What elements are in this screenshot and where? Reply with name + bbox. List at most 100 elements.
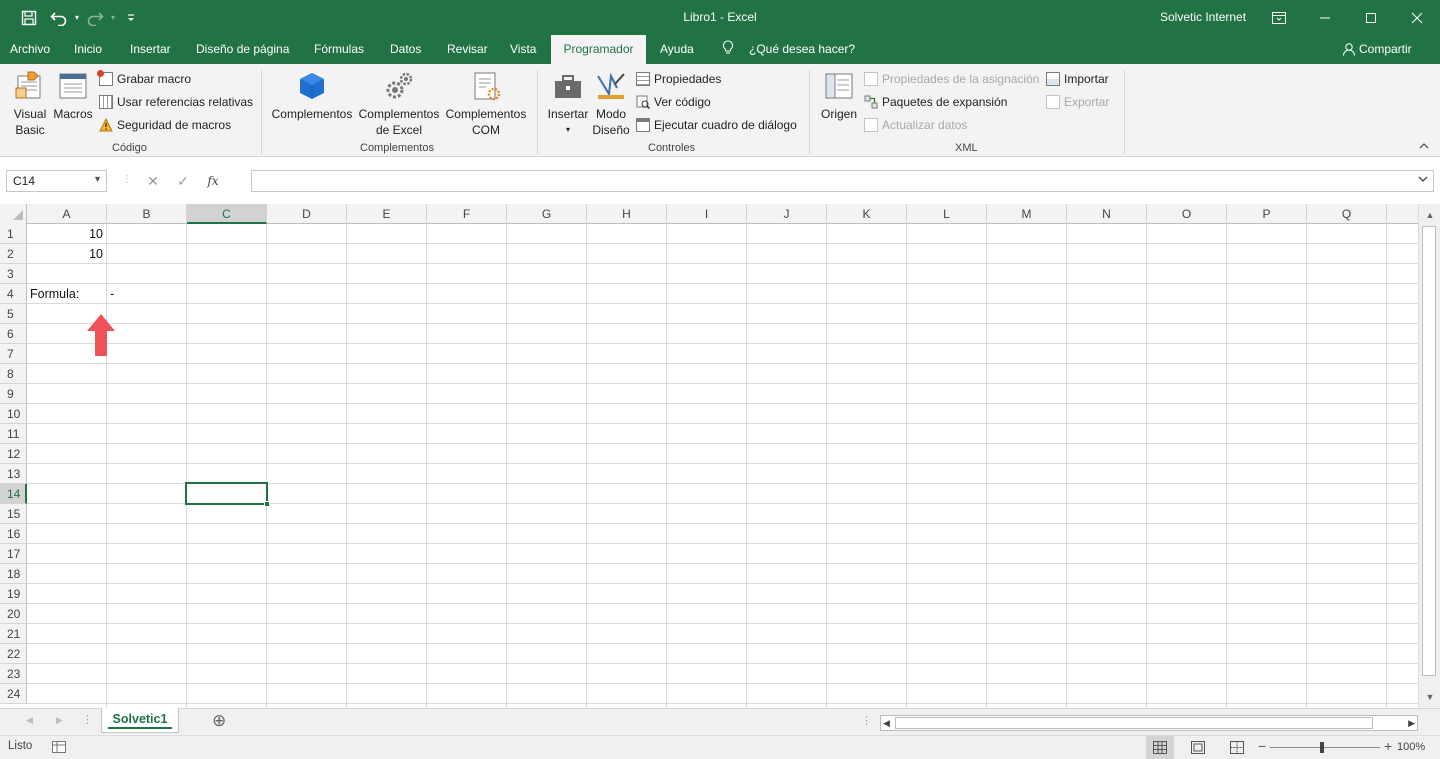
zoom-slider-knob[interactable] bbox=[1320, 742, 1324, 753]
page-break-view-icon[interactable] bbox=[1230, 741, 1244, 757]
tab-programador[interactable]: Programador bbox=[551, 35, 646, 65]
row-header[interactable]: 16 bbox=[0, 524, 27, 544]
origen-button[interactable]: Origen bbox=[816, 70, 862, 122]
tab-insertar[interactable]: Insertar bbox=[130, 35, 171, 64]
formula-input[interactable] bbox=[251, 170, 1434, 192]
tab-split-handle-icon[interactable]: ⋮ bbox=[861, 714, 872, 727]
column-header[interactable]: H bbox=[587, 204, 667, 224]
row-header[interactable]: 7 bbox=[0, 344, 27, 364]
collapse-ribbon-icon[interactable] bbox=[1418, 140, 1430, 154]
ribbon-display-options-icon[interactable] bbox=[1256, 0, 1302, 35]
scroll-right-icon[interactable]: ▶ bbox=[1408, 716, 1415, 730]
row-header[interactable]: 9 bbox=[0, 384, 27, 404]
sheet-tabs-more-icon[interactable]: ⋮ bbox=[82, 713, 93, 726]
zoom-out-icon[interactable]: − bbox=[1258, 738, 1266, 754]
cell-b4[interactable]: - bbox=[107, 284, 186, 304]
visual-basic-button[interactable]: Visual Basic bbox=[8, 70, 52, 138]
usar-referencias-button[interactable]: Usar referencias relativas bbox=[99, 95, 253, 109]
column-header[interactable]: F bbox=[427, 204, 507, 224]
name-box[interactable]: C14 ▼ bbox=[6, 170, 107, 192]
minimize-icon[interactable] bbox=[1302, 0, 1348, 35]
column-header[interactable]: J bbox=[747, 204, 827, 224]
column-header[interactable]: C bbox=[187, 204, 267, 224]
zoom-slider[interactable] bbox=[1270, 742, 1380, 753]
column-header[interactable]: M bbox=[987, 204, 1067, 224]
row-header[interactable]: 8 bbox=[0, 364, 27, 384]
row-header[interactable]: 21 bbox=[0, 624, 27, 644]
row-header[interactable]: 11 bbox=[0, 424, 27, 444]
row-header[interactable]: 23 bbox=[0, 664, 27, 684]
expand-formula-bar-icon[interactable] bbox=[1417, 173, 1429, 187]
tab-revisar[interactable]: Revisar bbox=[447, 35, 488, 64]
fill-handle[interactable] bbox=[264, 501, 270, 507]
row-header[interactable]: 4 bbox=[0, 284, 27, 304]
column-header[interactable]: N bbox=[1067, 204, 1147, 224]
macros-button[interactable]: Macros bbox=[52, 70, 94, 122]
cell-a1[interactable]: 10 bbox=[27, 224, 106, 244]
sheet-tab-solvetic1[interactable]: Solvetic1 bbox=[101, 708, 179, 733]
close-icon[interactable] bbox=[1394, 0, 1440, 35]
select-all-corner[interactable] bbox=[0, 204, 27, 224]
ejecutar-dialogo-button[interactable]: Ejecutar cuadro de diálogo bbox=[636, 118, 797, 132]
zoom-level[interactable]: 100% bbox=[1397, 741, 1425, 753]
enter-icon[interactable]: ✓ bbox=[168, 173, 198, 190]
prev-sheet-icon[interactable]: ◀ bbox=[26, 715, 33, 726]
column-header[interactable]: L bbox=[907, 204, 987, 224]
row-header[interactable]: 22 bbox=[0, 644, 27, 664]
column-header[interactable]: G bbox=[507, 204, 587, 224]
complementos-button[interactable]: Complementos bbox=[268, 70, 356, 122]
cell-a4[interactable]: Formula: bbox=[27, 284, 106, 304]
importar-button[interactable]: Importar bbox=[1046, 72, 1109, 86]
column-header[interactable]: K bbox=[827, 204, 907, 224]
maximize-icon[interactable] bbox=[1348, 0, 1394, 35]
column-header[interactable]: O bbox=[1147, 204, 1227, 224]
horizontal-scrollbar[interactable]: ◀ ▶ bbox=[880, 715, 1418, 731]
column-header[interactable]: P bbox=[1227, 204, 1307, 224]
cell-a2[interactable]: 10 bbox=[27, 244, 106, 264]
vertical-scrollbar[interactable]: ▲ ▼ bbox=[1418, 204, 1440, 708]
normal-view-icon[interactable] bbox=[1146, 736, 1174, 759]
column-header[interactable]: Q bbox=[1307, 204, 1387, 224]
column-header[interactable]: E bbox=[347, 204, 427, 224]
complementos-com-button[interactable]: Complementos COM bbox=[442, 70, 530, 138]
column-header[interactable]: A bbox=[27, 204, 107, 224]
seguridad-macros-button[interactable]: Seguridad de macros bbox=[99, 117, 231, 132]
new-sheet-icon[interactable]: ⊕ bbox=[212, 711, 226, 731]
resize-handle-icon[interactable]: ⋮ bbox=[122, 174, 132, 185]
insert-function-icon[interactable]: fx bbox=[198, 174, 228, 188]
page-layout-view-icon[interactable] bbox=[1191, 741, 1205, 757]
grabar-macro-button[interactable]: Grabar macro bbox=[97, 70, 191, 86]
next-sheet-icon[interactable]: ▶ bbox=[56, 715, 63, 726]
zoom-in-icon[interactable]: + bbox=[1384, 738, 1392, 754]
tab-archivo[interactable]: Archivo bbox=[10, 35, 50, 64]
row-header[interactable]: 1 bbox=[0, 224, 27, 244]
row-header[interactable]: 17 bbox=[0, 544, 27, 564]
ver-codigo-button[interactable]: Ver código bbox=[636, 95, 711, 110]
complementos-excel-button[interactable]: Complementos de Excel bbox=[356, 70, 442, 138]
row-header[interactable]: 6 bbox=[0, 324, 27, 344]
modo-diseno-button[interactable]: Modo Diseño bbox=[591, 70, 631, 138]
row-header[interactable]: 15 bbox=[0, 504, 27, 524]
propiedades-button[interactable]: Propiedades bbox=[636, 72, 721, 86]
tell-me-search[interactable]: ¿Qué desea hacer? bbox=[749, 35, 855, 64]
share-button[interactable]: Compartir bbox=[1342, 35, 1412, 64]
row-header[interactable]: 14 bbox=[0, 484, 27, 504]
row-header[interactable]: 10 bbox=[0, 404, 27, 424]
row-header[interactable]: 2 bbox=[0, 244, 27, 264]
cancel-icon[interactable]: ✕ bbox=[138, 173, 168, 190]
name-box-dropdown-icon[interactable]: ▼ bbox=[93, 174, 102, 184]
horizontal-scroll-thumb[interactable] bbox=[895, 717, 1373, 729]
column-header[interactable]: I bbox=[667, 204, 747, 224]
insertar-control-button[interactable]: Insertar ▾ bbox=[545, 70, 591, 138]
scroll-left-icon[interactable]: ◀ bbox=[883, 716, 890, 730]
row-header[interactable]: 20 bbox=[0, 604, 27, 624]
column-header[interactable]: B bbox=[107, 204, 187, 224]
row-header[interactable]: 12 bbox=[0, 444, 27, 464]
scroll-up-icon[interactable]: ▲ bbox=[1419, 206, 1440, 224]
column-header[interactable]: D bbox=[267, 204, 347, 224]
macro-recording-icon[interactable] bbox=[52, 741, 66, 756]
tab-datos[interactable]: Datos bbox=[390, 35, 421, 64]
row-header[interactable]: 19 bbox=[0, 584, 27, 604]
vertical-scroll-thumb[interactable] bbox=[1422, 226, 1436, 676]
row-header[interactable]: 18 bbox=[0, 564, 27, 584]
